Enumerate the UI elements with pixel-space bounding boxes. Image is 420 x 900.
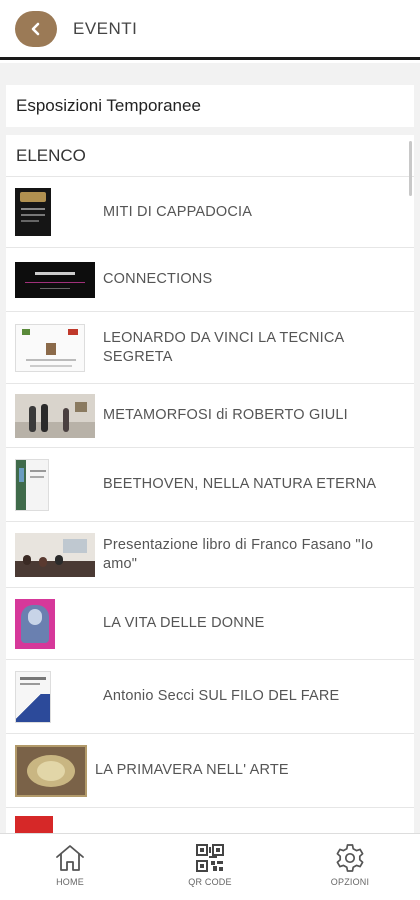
event-title: LA VITA DELLE DONNE [103,615,265,631]
event-title: Antonio Secci SUL FILO DEL FARE [103,688,340,704]
list-item[interactable]: MITI DI CAPPADOCIA [6,177,414,248]
gear-icon [336,844,364,872]
event-title: BEETHOVEN, NELLA NATURA ETERNA [103,476,377,492]
event-thumbnail [15,744,87,797]
content-area[interactable]: Esposizioni Temporanee ELENCO MITI DI CA… [0,63,420,833]
event-thumbnail [15,598,55,649]
nav-home[interactable]: HOME [0,834,140,900]
qr-code-icon [196,844,224,872]
scrollbar[interactable] [409,141,412,196]
list-title: ELENCO [6,135,414,177]
event-title: MITI DI CAPPADOCIA [103,203,253,220]
page-title: EVENTI [73,18,138,38]
nav-home-label: HOME [56,877,84,887]
event-thumbnail [15,816,53,833]
event-thumbnail [15,458,49,511]
event-thumbnail [15,188,51,236]
event-thumbnail [15,261,95,298]
event-thumbnail [15,393,95,438]
app-header: EVENTI [0,0,420,60]
event-thumbnail [15,532,95,577]
list-item[interactable]: LA PRIMAVERA NELL' ARTE [6,734,414,808]
event-title: LEONARDO DA VINCI LA TECNICA SEGRETA [103,329,344,365]
nav-qr-label: QR CODE [188,877,232,887]
event-thumbnail [15,670,51,723]
bottom-navigation: HOME QR CODE OPZIONI [0,833,420,900]
nav-options-label: OPZIONI [330,877,370,887]
event-thumbnail [15,323,85,372]
event-title: Presentazione libro di Franco Fasano "Io… [103,536,374,572]
event-title: CONNECTIONS [103,271,213,287]
section-title: Esposizioni Temporanee [6,85,414,127]
list-item[interactable]: Presentazione libro di Franco Fasano "Io… [6,522,414,588]
list-item[interactable] [6,808,414,833]
list-item[interactable]: BEETHOVEN, NELLA NATURA ETERNA [6,448,414,522]
nav-options[interactable]: OPZIONI [280,834,420,900]
event-title: LA PRIMAVERA NELL' ARTE [95,762,289,778]
home-icon [56,845,84,871]
list-item[interactable]: Antonio Secci SUL FILO DEL FARE [6,660,414,734]
list-item[interactable]: LA VITA DELLE DONNE [6,588,414,660]
event-list: ELENCO MITI DI CAPPADOCIA CONNECTIONS LE… [6,135,414,833]
list-item[interactable]: LEONARDO DA VINCI LA TECNICA SEGRETA [6,312,414,384]
list-item[interactable]: CONNECTIONS [6,248,414,312]
event-title: METAMORFOSI di ROBERTO GIULI [103,407,348,423]
list-item[interactable]: METAMORFOSI di ROBERTO GIULI [6,384,414,448]
chevron-left-icon [31,22,40,35]
back-button[interactable] [15,10,57,47]
nav-qr-code[interactable]: QR CODE [140,834,280,900]
